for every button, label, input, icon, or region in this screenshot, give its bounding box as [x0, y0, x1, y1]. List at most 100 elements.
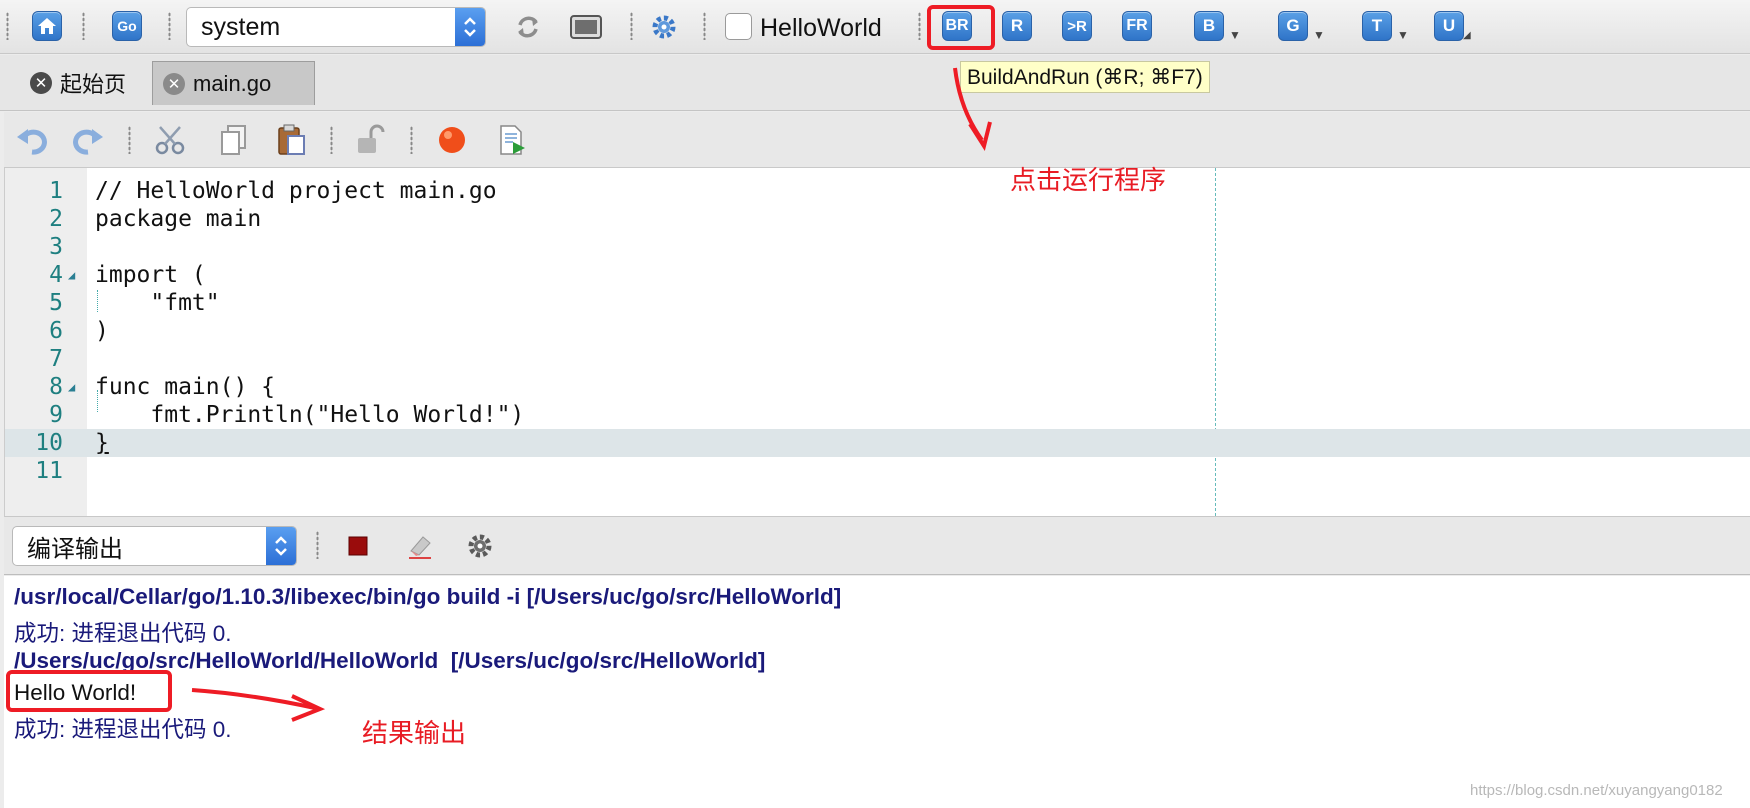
result-hint-label: 结果输出 — [362, 718, 467, 748]
paste-button[interactable] — [276, 124, 308, 156]
line-number: 1 — [49, 178, 63, 204]
output-line: 成功: 进程退出代码 0. — [14, 621, 232, 646]
file-run-button[interactable]: FR — [1122, 11, 1152, 41]
copy-button[interactable] — [218, 124, 250, 156]
toolbar-grip — [630, 12, 633, 40]
dropdown-arrow-icon: ◢ — [1463, 30, 1471, 41]
env-select-value: system — [201, 12, 281, 41]
output-mode-value: 编译输出 — [27, 535, 123, 563]
build-and-run-tooltip: BuildAndRun (⌘R; ⌘F7) — [960, 61, 1210, 93]
code-line[interactable]: 9 fmt.Println("Hello World!") — [5, 401, 1750, 429]
document-play-icon — [500, 125, 525, 155]
user-menu-button[interactable]: U — [1434, 11, 1464, 41]
fr-label: FR — [1126, 17, 1148, 34]
line-code: fmt.Println("Hello World!") — [95, 402, 525, 428]
get-menu-button[interactable]: G — [1278, 11, 1308, 41]
r-label: R — [1010, 16, 1024, 35]
dropdown-arrow-icon: ▼ — [1313, 28, 1325, 42]
code-line[interactable]: 7 — [5, 345, 1750, 373]
line-code: import ( — [95, 262, 206, 288]
code-line[interactable]: 6 ) — [5, 317, 1750, 345]
env-select[interactable]: system — [186, 7, 486, 47]
gear-icon — [652, 15, 676, 39]
fold-icon[interactable]: ◢ — [68, 373, 75, 401]
record-button[interactable] — [436, 124, 468, 156]
settings-button[interactable] — [648, 11, 680, 43]
undo-icon — [17, 129, 47, 155]
build-output[interactable]: /usr/local/Cellar/go/1.10.3/libexec/bin/… — [4, 576, 1750, 808]
eraser-icon — [409, 536, 431, 559]
stop-icon — [348, 536, 368, 556]
toolbar-grip — [128, 126, 131, 154]
gr-label: >R — [1067, 17, 1087, 35]
project-checkbox[interactable] — [725, 13, 752, 40]
lock-button[interactable] — [354, 124, 386, 156]
cut-button[interactable] — [154, 124, 186, 156]
paste-icon — [278, 124, 305, 155]
code-line[interactable]: 11 — [5, 457, 1750, 485]
go-icon: Go — [117, 18, 137, 34]
undo-button[interactable] — [16, 124, 48, 156]
line-number: 8 — [49, 374, 63, 400]
tab-main-go[interactable]: ✕ main.go — [152, 61, 315, 105]
line-code: // HelloWorld project main.go — [95, 178, 497, 204]
highlight-result — [6, 670, 172, 712]
editor-tabs: ✕ 起始页 ✕ main.go — [0, 55, 1750, 111]
screen-icon — [570, 15, 602, 39]
updown-icon — [266, 527, 296, 565]
toolbar-grip — [918, 12, 921, 40]
toolbar-grip — [82, 12, 85, 40]
run-hint-label: 点击运行程序 — [1010, 165, 1167, 195]
close-icon[interactable]: ✕ — [163, 72, 185, 95]
terminal-button[interactable] — [570, 11, 602, 43]
edit-toolbar — [4, 112, 1750, 168]
line-number: 6 — [49, 318, 63, 344]
line-code: ) — [95, 318, 109, 344]
g-label: G — [1286, 16, 1300, 35]
fold-icon[interactable]: ◢ — [68, 261, 75, 289]
main-toolbar: Go system HelloWorld BR R >R FR B ▼ G ▼ … — [0, 0, 1750, 54]
code-line[interactable]: 3 — [5, 233, 1750, 261]
run-button[interactable]: R — [1002, 11, 1032, 41]
code-editor[interactable]: 1 // HelloWorld project main.go 2 packag… — [4, 168, 1750, 517]
code-line[interactable]: 4 ◢ import ( — [5, 261, 1750, 289]
run-terminal-button[interactable]: >R — [1062, 11, 1092, 41]
redo-icon — [73, 129, 103, 155]
stop-button[interactable] — [342, 530, 374, 562]
output-mode-select[interactable]: 编译输出 — [12, 526, 297, 566]
output-line: /usr/local/Cellar/go/1.10.3/libexec/bin/… — [14, 584, 842, 609]
test-menu-button[interactable]: T — [1362, 11, 1392, 41]
lock-icon — [358, 124, 385, 153]
line-code: "fmt" — [95, 290, 220, 316]
line-number: 2 — [49, 206, 63, 232]
redo-button[interactable] — [72, 124, 104, 156]
refresh-button[interactable] — [512, 11, 544, 43]
build-menu-button[interactable]: B — [1194, 11, 1224, 41]
go-button[interactable]: Go — [112, 11, 142, 41]
code-line[interactable]: 2 package main — [5, 205, 1750, 233]
close-icon[interactable]: ✕ — [30, 72, 52, 94]
output-line: 成功: 进程退出代码 0. — [14, 717, 232, 742]
code-line[interactable]: 5 "fmt" — [5, 289, 1750, 317]
line-code: } — [95, 430, 109, 456]
output-settings-button[interactable] — [464, 530, 496, 562]
home-button[interactable] — [32, 11, 62, 41]
toolbar-grip — [316, 531, 319, 559]
play-macro-button[interactable] — [496, 124, 528, 156]
line-number: 9 — [49, 402, 63, 428]
clear-output-button[interactable] — [404, 530, 436, 562]
scissors-icon — [155, 126, 185, 155]
code-line[interactable]: 8 ◢ func main() { — [5, 373, 1750, 401]
tab-start-page[interactable]: ✕ 起始页 — [20, 61, 136, 105]
toolbar-grip — [168, 12, 171, 40]
line-number: 5 — [49, 290, 63, 316]
code-line[interactable]: 1 // HelloWorld project main.go — [5, 177, 1750, 205]
dropdown-arrow-icon: ▼ — [1229, 28, 1241, 42]
watermark: https://blog.csdn.net/xuyangyang0182 — [1470, 782, 1723, 799]
u-label: U — [1442, 16, 1456, 35]
line-number: 4 — [49, 262, 63, 288]
toolbar-grip — [703, 12, 706, 40]
tab-label: 起始页 — [60, 72, 127, 97]
code-line-current[interactable]: 10 } — [5, 429, 1750, 457]
tooltip-text: BuildAndRun (⌘R; ⌘F7) — [967, 65, 1203, 89]
